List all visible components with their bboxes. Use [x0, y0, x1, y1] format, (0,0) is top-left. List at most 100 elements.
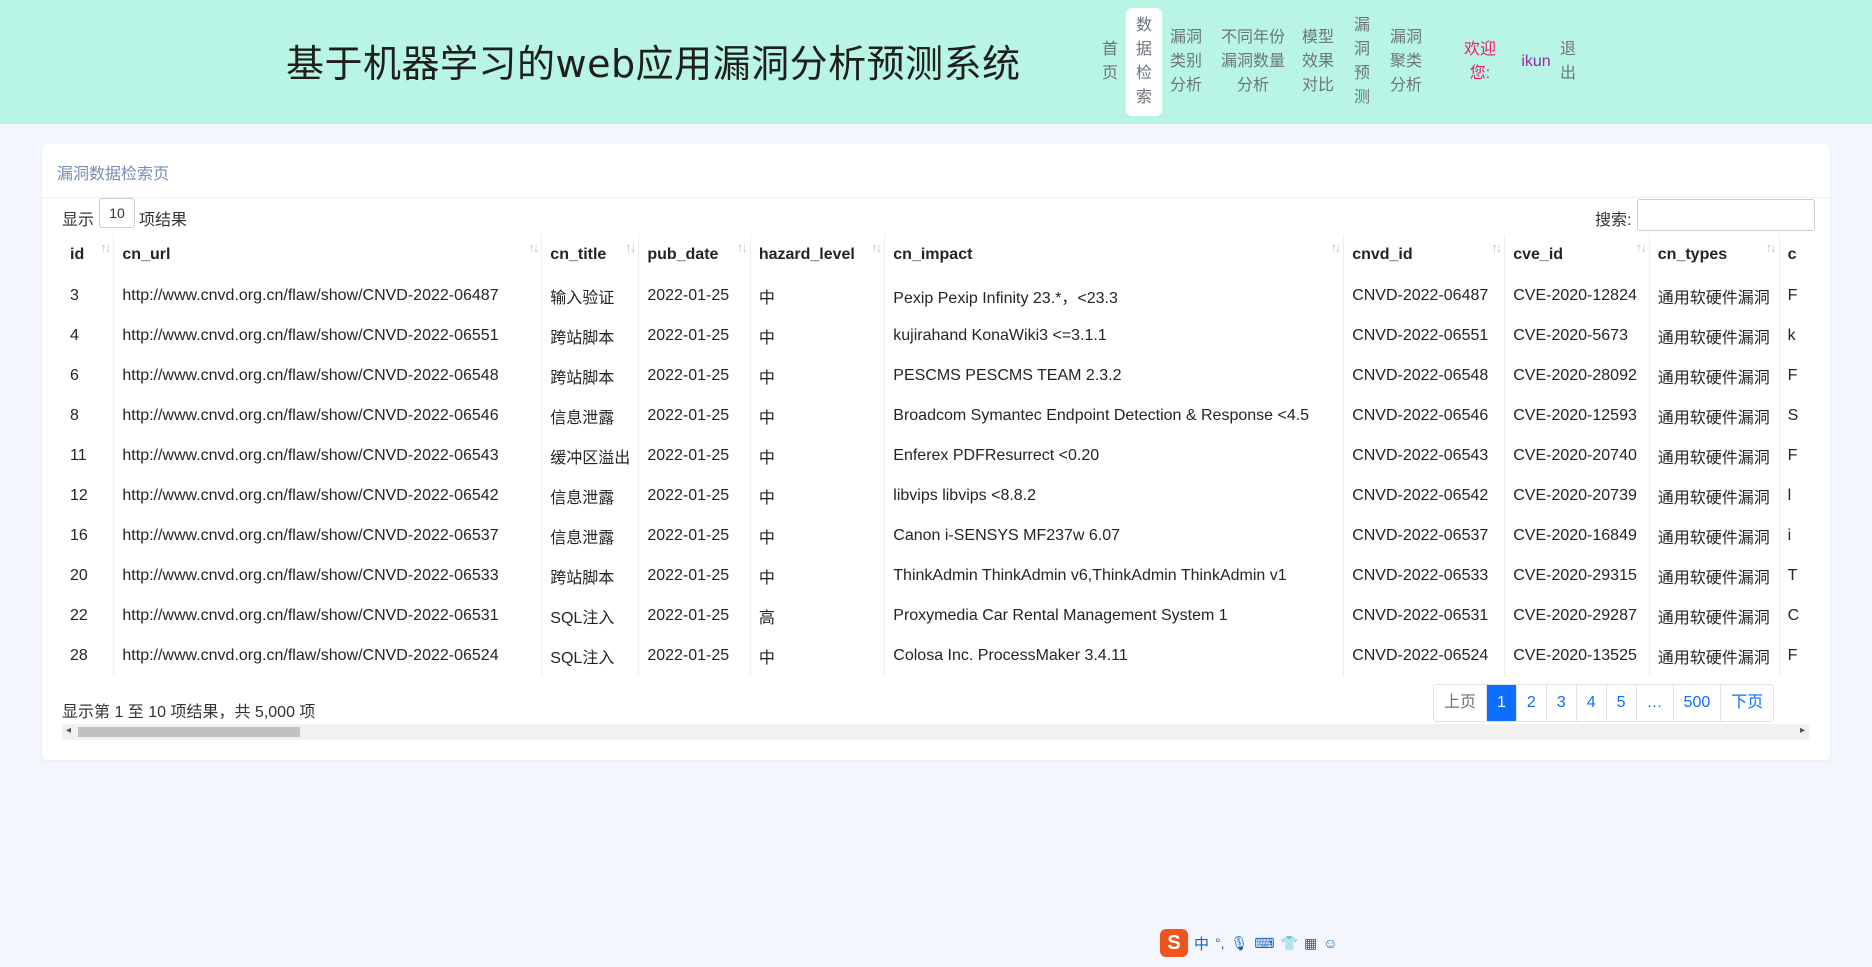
cell-cn-title: 跨站脚本: [541, 556, 639, 596]
table-row[interactable]: 4 http://www.cnvd.org.cn/flaw/show/CNVD-2…: [62, 316, 1809, 356]
cell-id: 4: [70, 327, 79, 344]
page-length-select[interactable]: 10: [99, 198, 135, 228]
next-page-button[interactable]: 下页: [1720, 685, 1774, 721]
cell-cn-url: http://www.cnvd.org.cn/flaw/show/CNVD-20…: [113, 636, 542, 676]
sort-icon[interactable]: ↑↓: [1330, 240, 1341, 255]
sort-icon[interactable]: ↑↓: [737, 240, 748, 255]
toolbox-icon[interactable]: ▦: [1304, 935, 1317, 952]
page-button-2[interactable]: 2: [1515, 685, 1546, 721]
cell-cn-url: http://www.cnvd.org.cn/flaw/show/CNVD-20…: [113, 276, 542, 316]
cell-cn-types: 通用软硬件漏洞: [1648, 316, 1780, 356]
cell-cn-types: 通用软硬件漏洞: [1648, 396, 1780, 436]
skin-icon[interactable]: 👕: [1281, 935, 1298, 952]
column-header-pub-date[interactable]: pub_date ↑↓: [638, 234, 751, 276]
table-row[interactable]: 8 http://www.cnvd.org.cn/flaw/show/CNVD-2…: [62, 396, 1809, 436]
table-row[interactable]: 20 http://www.cnvd.org.cn/flaw/show/CNVD-…: [62, 556, 1809, 596]
scroll-left-icon[interactable]: ◂: [66, 725, 71, 736]
nav-vuln-prediction[interactable]: 漏 洞 预 测: [1352, 14, 1372, 110]
nav-vuln-category-analysis[interactable]: 漏洞 类别 分析: [1168, 26, 1204, 98]
page-button-1[interactable]: 1: [1486, 685, 1516, 721]
username-link[interactable]: ikun: [1518, 50, 1554, 74]
cell-cn-title: 跨站脚本: [541, 356, 639, 396]
table-row[interactable]: 16 http://www.cnvd.org.cn/flaw/show/CNVD-…: [62, 516, 1809, 556]
keyboard-icon[interactable]: ⌨: [1254, 935, 1274, 952]
nav-data-search[interactable]: 数 据 检 索: [1126, 8, 1162, 116]
cell-cn-url: http://www.cnvd.org.cn/flaw/show/CNVD-20…: [113, 436, 542, 476]
page-button-4[interactable]: 4: [1575, 685, 1606, 721]
cell-cnvd-id: CNVD-2022-06524: [1343, 636, 1505, 676]
column-header-id[interactable]: id ↑↓: [62, 234, 114, 276]
cell-cn-types: 通用软硬件漏洞: [1648, 436, 1780, 476]
cell-cnvd-id: CNVD-2022-06551: [1343, 316, 1505, 356]
table-header-row: id ↑↓ cn_url ↑↓ cn_title ↑↓ pub_date ↑↓ hazard_l…: [62, 234, 1809, 276]
nav-home[interactable]: 首 页: [1100, 38, 1120, 86]
sort-icon[interactable]: ↑↓: [625, 240, 636, 255]
cell-pub-date: 2022-01-25: [638, 356, 751, 396]
cell-cve-id: CVE-2020-16849: [1504, 516, 1650, 556]
punctuation-icon[interactable]: °,: [1215, 935, 1225, 951]
cell-cn-url: http://www.cnvd.org.cn/flaw/show/CNVD-20…: [113, 596, 542, 636]
ime-mode[interactable]: 中: [1194, 933, 1209, 954]
search-card: 漏洞数据检索页 显示 10 项结果 搜索: id ↑↓ cn_url ↑↓ cn_tit…: [42, 144, 1830, 760]
page-button-500[interactable]: 500: [1672, 685, 1721, 721]
column-header-label: pub_date: [647, 246, 719, 263]
sort-icon[interactable]: ↑↓: [100, 240, 111, 255]
nav-vuln-cluster-analysis[interactable]: 漏洞 聚类 分析: [1388, 26, 1424, 98]
scroll-right-icon[interactable]: ▸: [1800, 725, 1805, 736]
column-header-cn-url[interactable]: cn_url ↑↓: [113, 234, 542, 276]
cell-c: F: [1778, 436, 1809, 476]
length-prefix: 显示: [62, 212, 95, 229]
sogou-logo-icon[interactable]: S: [1160, 929, 1188, 957]
sort-icon[interactable]: ↑↓: [871, 240, 882, 255]
sort-icon[interactable]: ↑↓: [1766, 240, 1777, 255]
column-header-cn-types[interactable]: cn_types ↑↓: [1648, 234, 1780, 276]
scroll-thumb[interactable]: [78, 727, 300, 737]
table-row[interactable]: 3 http://www.cnvd.org.cn/flaw/show/CNVD-2…: [62, 276, 1809, 316]
table-row[interactable]: 28 http://www.cnvd.org.cn/flaw/show/CNVD-…: [62, 636, 1809, 676]
top-header: 基于机器学习的web应用漏洞分析预测系统 首 页 数 据 检 索 漏洞 类别 分…: [0, 0, 1872, 124]
cell-hazard-level: 中: [749, 516, 885, 556]
nav-yearly-count-analysis[interactable]: 不同年份 漏洞数量 分析: [1218, 26, 1288, 98]
cell-cve-id: CVE-2020-29287: [1504, 596, 1650, 636]
table-body: 3 http://www.cnvd.org.cn/flaw/show/CNVD-2…: [62, 276, 1809, 676]
cell-cnvd-id: CNVD-2022-06543: [1343, 436, 1505, 476]
microphone-icon[interactable]: 🎙: [1231, 935, 1249, 952]
column-header-cnvd-id[interactable]: cnvd_id ↑↓: [1343, 234, 1505, 276]
table-row[interactable]: 11 http://www.cnvd.org.cn/flaw/show/CNVD-…: [62, 436, 1809, 476]
sort-icon[interactable]: ↑↓: [1636, 240, 1647, 255]
cell-cnvd-id: CNVD-2022-06533: [1343, 556, 1505, 596]
column-header-cve-id[interactable]: cve_id ↑↓: [1504, 234, 1650, 276]
cell-cn-types: 通用软硬件漏洞: [1648, 556, 1780, 596]
cell-hazard-level: 中: [749, 356, 885, 396]
cell-id: 28: [70, 647, 88, 664]
cell-pub-date: 2022-01-25: [638, 396, 751, 436]
table-row[interactable]: 6 http://www.cnvd.org.cn/flaw/show/CNVD-2…: [62, 356, 1809, 396]
horizontal-scrollbar[interactable]: ◂ ▸: [62, 724, 1809, 740]
sort-icon[interactable]: ↑↓: [1491, 240, 1502, 255]
data-table-wrapper: id ↑↓ cn_url ↑↓ cn_title ↑↓ pub_date ↑↓ hazard_l…: [62, 234, 1809, 676]
prev-page-button[interactable]: 上页: [1434, 685, 1487, 721]
cell-cn-impact: Canon i-SENSYS MF237w 6.07: [884, 516, 1344, 556]
page-button-5[interactable]: 5: [1605, 685, 1636, 721]
column-header-label: hazard_level: [758, 246, 855, 263]
column-header-c[interactable]: c: [1778, 234, 1809, 276]
search-input[interactable]: [1637, 199, 1815, 231]
table-row[interactable]: 22 http://www.cnvd.org.cn/flaw/show/CNVD-…: [62, 596, 1809, 636]
cell-cve-id: CVE-2020-28092: [1504, 356, 1650, 396]
cell-cn-title: SQL注入: [541, 636, 639, 676]
cell-cn-types: 通用软硬件漏洞: [1648, 476, 1780, 516]
page-button-3[interactable]: 3: [1545, 685, 1576, 721]
sort-icon[interactable]: ↑↓: [528, 240, 539, 255]
cell-cnvd-id: CNVD-2022-06542: [1343, 476, 1505, 516]
cell-pub-date: 2022-01-25: [638, 476, 751, 516]
column-header-cn-title[interactable]: cn_title ↑↓: [541, 234, 639, 276]
emoji-icon[interactable]: ☺: [1323, 935, 1337, 951]
cell-cnvd-id: CNVD-2022-06537: [1343, 516, 1505, 556]
column-header-hazard-level[interactable]: hazard_level ↑↓: [749, 234, 885, 276]
nav-model-comparison[interactable]: 模型 效果 对比: [1300, 26, 1336, 98]
column-header-cn-impact[interactable]: cn_impact ↑↓: [884, 234, 1344, 276]
table-row[interactable]: 12 http://www.cnvd.org.cn/flaw/show/CNVD-…: [62, 476, 1809, 516]
welcome-text: 欢迎 您:: [1463, 41, 1496, 82]
cell-cve-id: CVE-2020-12824: [1504, 276, 1650, 316]
logout-link[interactable]: 退 出: [1558, 38, 1578, 86]
